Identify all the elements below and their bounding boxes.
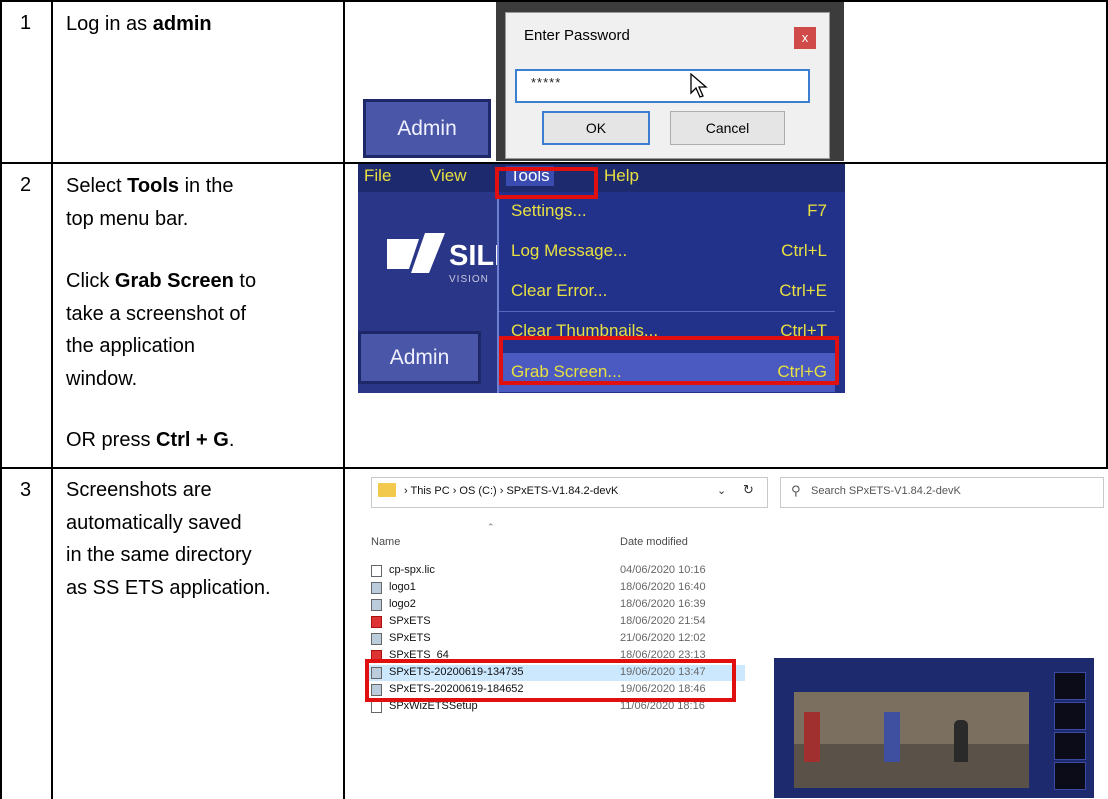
row-number-1: 1	[20, 12, 32, 34]
camera-view	[794, 692, 1029, 788]
screenshot-thumbnail-preview	[774, 658, 1094, 798]
camera-person	[954, 720, 968, 762]
menu-item-log-message[interactable]: Log Message... Ctrl+L	[499, 232, 835, 271]
refresh-icon[interactable]: ↻	[743, 482, 754, 498]
step-3-line-1: Screenshots are	[66, 479, 212, 501]
list-item[interactable]: logo2 18/06/2020 16:39	[365, 597, 745, 613]
table-border-left	[0, 0, 2, 799]
menu-view[interactable]: View	[430, 166, 467, 186]
breadcrumb: › This PC › OS (C:) › SPxETS-V1.84.2-dev…	[404, 485, 619, 497]
password-field[interactable]: *****	[515, 69, 810, 103]
sort-arrow-icon: ⌃	[487, 522, 495, 532]
logo-subtext: VISION	[449, 274, 489, 285]
grab-screen-highlight-box	[499, 336, 839, 385]
step-1-text: Log in as admin	[66, 10, 212, 39]
camera-shelf	[884, 712, 900, 762]
folder-icon	[378, 483, 396, 497]
chevron-down-icon[interactable]: ⌄	[717, 484, 726, 497]
admin-button[interactable]: Admin	[358, 331, 481, 384]
search-icon: ⚲	[791, 483, 801, 498]
menu-bar: File View Tools Help	[358, 164, 845, 192]
admin-button[interactable]: Admin	[363, 99, 491, 158]
image-icon	[371, 599, 382, 611]
menu-item-clear-error[interactable]: Clear Error... Ctrl+E	[499, 272, 835, 311]
image-icon	[371, 582, 382, 594]
menu-help[interactable]: Help	[604, 166, 639, 186]
column-divider-2	[343, 0, 345, 799]
column-divider-1	[51, 0, 53, 799]
app-icon	[371, 616, 382, 628]
thumbnail-tile	[1054, 732, 1086, 760]
tools-highlight-box	[495, 167, 598, 199]
config-icon	[371, 633, 382, 645]
list-item[interactable]: SPxETS 21/06/2020 12:02	[365, 631, 745, 647]
logo-icon	[387, 233, 445, 273]
column-header-date[interactable]: Date modified	[620, 536, 688, 548]
menu-file[interactable]: File	[364, 166, 391, 186]
step-2-line-1: Select Tools in the	[66, 175, 234, 197]
list-item[interactable]: SPxETS 18/06/2020 21:54	[365, 614, 745, 630]
step-2-line-6: window.	[66, 367, 138, 390]
row-number-2: 2	[20, 174, 32, 196]
step-2-line-3: Click Grab Screen to	[66, 270, 257, 292]
step-1-bold: admin	[152, 13, 212, 35]
column-header-name[interactable]: Name	[371, 536, 400, 548]
step-1-prefix: Log in as	[66, 13, 153, 35]
thumbnail-tile	[1054, 762, 1086, 790]
step-2-line-7: OR press Ctrl + G.	[66, 429, 235, 451]
thumbnail-tile	[1054, 702, 1086, 730]
row-divider-2	[0, 467, 1108, 469]
thumbnail-tile	[1054, 672, 1086, 700]
screenshots-highlight-box	[365, 659, 736, 702]
step-2-line-5: the application	[66, 335, 195, 357]
step-3-line-3: in the same directory	[66, 544, 252, 566]
step-3-text: Screenshots are automatically saved in t…	[66, 476, 341, 602]
address-bar[interactable]: › This PC › OS (C:) › SPxETS-V1.84.2-dev…	[371, 477, 768, 508]
file-explorer: › This PC › OS (C:) › SPxETS-V1.84.2-dev…	[365, 471, 1108, 799]
mouse-cursor-icon	[690, 73, 708, 98]
file-icon	[371, 701, 382, 713]
camera-floor	[794, 744, 1029, 788]
cancel-button[interactable]: Cancel	[670, 111, 785, 145]
enter-password-dialog: Enter Password x ***** OK Cancel	[505, 12, 830, 159]
ctrl-g-bold: Ctrl + G	[156, 429, 229, 451]
tools-bold: Tools	[127, 175, 180, 197]
list-item[interactable]: logo1 18/06/2020 16:40	[365, 580, 745, 596]
step-2-text: Select Tools in the top menu bar. Click …	[66, 172, 336, 455]
search-box[interactable]: ⚲ Search SPxETS-V1.84.2-devK	[780, 477, 1104, 508]
grab-screen-bold: Grab Screen	[114, 270, 234, 292]
ok-button[interactable]: OK	[542, 111, 650, 145]
dialog-title: Enter Password	[524, 27, 630, 44]
step-2-line-4: take a screenshot of	[66, 302, 247, 325]
search-input[interactable]: Search SPxETS-V1.84.2-devK	[811, 485, 961, 497]
close-icon[interactable]: x	[794, 27, 816, 49]
step-3-line-2: automatically saved	[66, 511, 242, 534]
step-2-line-2: top menu bar.	[66, 207, 189, 230]
list-item[interactable]: cp-spx.lic 04/06/2020 10:16	[365, 563, 745, 579]
file-icon	[371, 565, 382, 577]
password-masked-value: *****	[531, 75, 562, 90]
step-3-line-4: as SS ETS application.	[66, 576, 271, 599]
row-number-3: 3	[20, 479, 32, 501]
camera-shelf	[804, 712, 820, 762]
